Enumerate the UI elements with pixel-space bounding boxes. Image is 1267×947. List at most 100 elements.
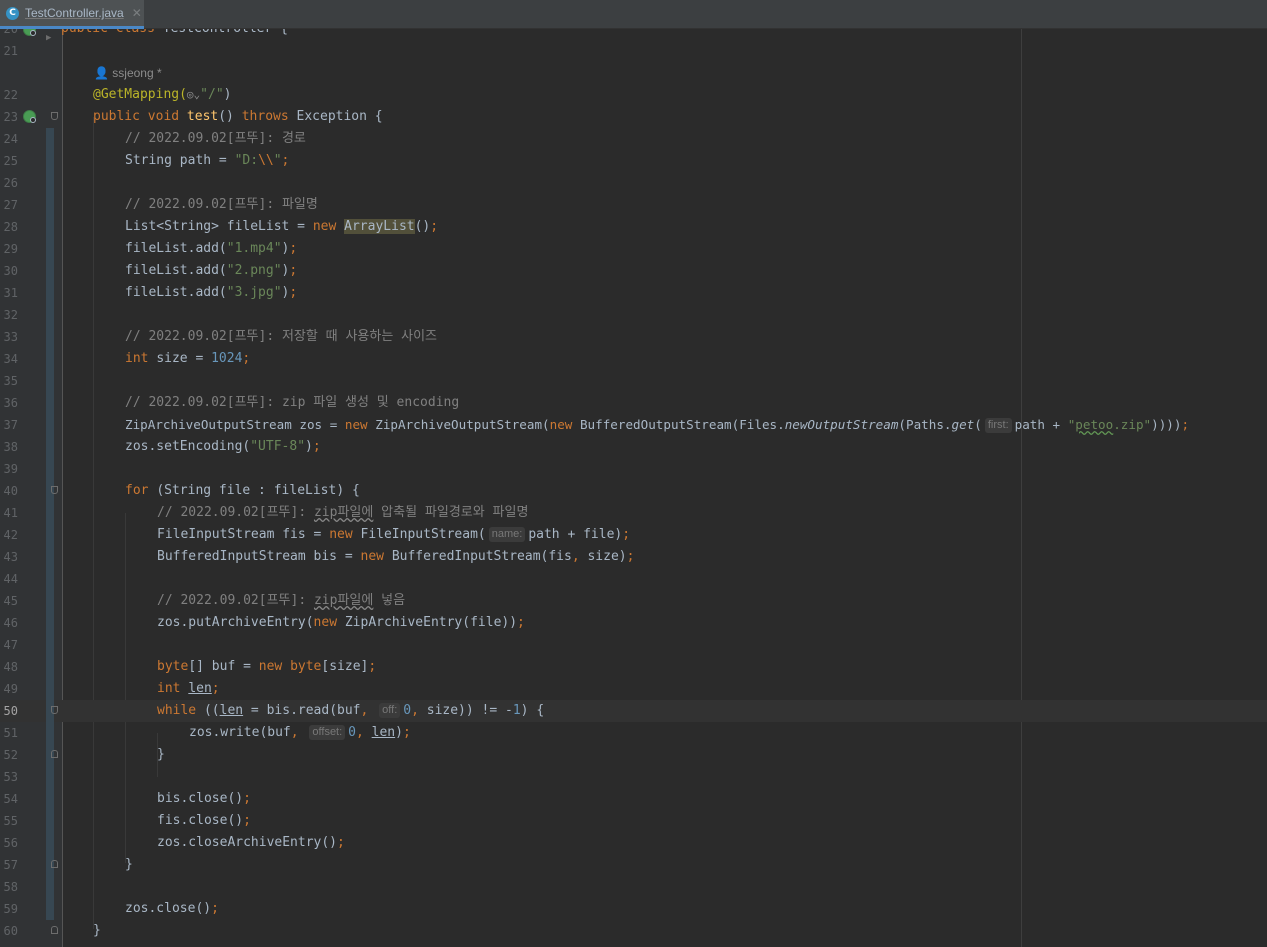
line-number: 49 (3, 682, 18, 696)
param-hint: off: (379, 703, 401, 718)
change-marker[interactable] (46, 304, 54, 326)
change-marker[interactable] (46, 612, 54, 634)
code-line: 52 } (0, 744, 1267, 766)
bean-gutter-icon[interactable] (23, 29, 36, 36)
current-code-line: 50 while ((len = bis.read(buf, off: 0, si… (0, 700, 1267, 722)
code-text: byte[] buf = new byte[size]; (157, 659, 377, 674)
fold-end-marker-icon[interactable] (51, 926, 58, 934)
run-endpoint-icon[interactable] (23, 110, 36, 123)
line-number: 46 (3, 616, 18, 630)
code-line: 33 // 2022.09.02[프뚜]: 저장할 때 사용하는 사이즈 (0, 326, 1267, 348)
change-marker[interactable] (46, 216, 54, 238)
line-number: 51 (3, 726, 18, 740)
change-marker[interactable] (46, 502, 54, 524)
fold-marker-icon[interactable] (51, 112, 58, 120)
change-marker[interactable] (46, 788, 54, 810)
tab-testcontroller[interactable]: C TestController.java ✕ (0, 0, 144, 29)
globe-icon: ◎⌄ (186, 88, 201, 101)
code-line: 22 @GetMapping(◎⌄"/") (0, 84, 1267, 106)
change-marker[interactable] (46, 172, 54, 194)
code-line: 53 (0, 766, 1267, 788)
fold-end-marker-icon[interactable] (51, 860, 58, 868)
code-line: 60 } (0, 920, 1267, 942)
comment: // 2022.09.02[프뚜]: 저장할 때 사용하는 사이즈 (125, 329, 438, 344)
code-text: for (String file : fileList) { (125, 483, 360, 498)
line-number: 27 (3, 198, 18, 212)
code-line: 25 String path = "D:\\"; (0, 150, 1267, 172)
code-text: bis.close(); (157, 791, 251, 806)
change-marker[interactable] (46, 150, 54, 172)
code-line: 42 FileInputStream fis = new FileInputSt… (0, 524, 1267, 546)
change-marker[interactable] (46, 326, 54, 348)
code-line: 31 fileList.add("3.jpg"); (0, 282, 1267, 304)
tab-label[interactable]: TestController.java (25, 6, 124, 20)
code-text: BufferedInputStream bis = new BufferedIn… (157, 549, 635, 564)
line-number: 23 (3, 110, 18, 124)
change-marker[interactable] (46, 678, 54, 700)
change-marker[interactable] (46, 392, 54, 414)
change-marker[interactable] (46, 458, 54, 480)
line-number: 42 (3, 528, 18, 542)
code-line: 27 // 2022.09.02[프뚜]: 파일명 (0, 194, 1267, 216)
code-text: int size = 1024; (125, 351, 251, 366)
change-marker[interactable] (46, 898, 54, 920)
change-marker[interactable] (46, 436, 54, 458)
comment: // 2022.09.02[프뚜]: zip 파일 생성 및 encoding (125, 395, 460, 410)
code-line: 26 (0, 172, 1267, 194)
change-marker[interactable] (46, 810, 54, 832)
code-line: 55 fis.close(); (0, 810, 1267, 832)
change-marker[interactable] (46, 634, 54, 656)
code-line: 41 // 2022.09.02[프뚜]: zip파일에 압축될 파일경로와 파… (0, 502, 1267, 524)
code-line: 30 fileList.add("2.png"); (0, 260, 1267, 282)
code-editor[interactable]: 20 public class TestController { ▶ 21 👤 … (0, 29, 1267, 947)
fold-marker-icon[interactable] (51, 706, 58, 714)
line-number: 35 (3, 374, 18, 388)
line-number: 25 (3, 154, 18, 168)
code-text: fileList.add("2.png"); (125, 263, 298, 278)
code-line: 58 (0, 876, 1267, 898)
code-line: 45 // 2022.09.02[프뚜]: zip파일에 넣음 (0, 590, 1267, 612)
change-marker[interactable] (46, 128, 54, 150)
code-line: 51 zos.write(buf, offset: 0, len); (0, 722, 1267, 744)
change-marker[interactable] (46, 348, 54, 370)
close-icon[interactable]: ✕ (132, 6, 142, 20)
code-line: 54 bis.close(); (0, 788, 1267, 810)
author-inlay[interactable]: 👤 ssjeong * (94, 62, 162, 84)
code-line: 29 fileList.add("1.mp4"); (0, 238, 1267, 260)
line-number: 30 (3, 264, 18, 278)
code-author-hint[interactable]: 👤 ssjeong * (0, 62, 1267, 84)
change-marker[interactable] (46, 546, 54, 568)
line-number: 22 (3, 88, 18, 102)
code-line: 59 zos.close(); (0, 898, 1267, 920)
code-text: FileInputStream fis = new FileInputStrea… (157, 527, 631, 542)
change-marker[interactable] (46, 656, 54, 678)
change-marker[interactable] (46, 766, 54, 788)
line-number: 57 (3, 858, 18, 872)
comment: // 2022.09.02[프뚜]: 파일명 (125, 197, 318, 212)
change-marker[interactable] (46, 876, 54, 898)
change-marker[interactable] (46, 238, 54, 260)
change-marker[interactable] (46, 590, 54, 612)
code-text: int len; (157, 681, 220, 696)
line-number: 41 (3, 506, 18, 520)
fold-marker-icon[interactable] (51, 486, 58, 494)
change-marker[interactable] (46, 260, 54, 282)
change-marker[interactable] (46, 722, 54, 744)
code-line: 24 // 2022.09.02[프뚜]: 경로 (0, 128, 1267, 150)
change-marker[interactable] (46, 832, 54, 854)
change-marker[interactable] (46, 568, 54, 590)
change-marker[interactable] (46, 524, 54, 546)
code-line: 38 zos.setEncoding("UTF-8"); (0, 436, 1267, 458)
change-marker[interactable] (46, 194, 54, 216)
comment: // 2022.09.02[프뚜]: 경로 (125, 131, 306, 146)
change-marker[interactable] (46, 414, 54, 436)
change-marker[interactable] (46, 370, 54, 392)
code-text: ZipArchiveOutputStream zos = new ZipArch… (125, 417, 1190, 433)
fold-end-marker-icon[interactable] (51, 750, 58, 758)
line-number: 20 (3, 29, 18, 36)
code-text: List<String> fileList = new ArrayList(); (125, 219, 439, 234)
code-text: public class TestController { (61, 29, 288, 40)
change-marker[interactable] (46, 282, 54, 304)
line-number: 53 (3, 770, 18, 784)
code-text: zos.write(buf, offset: 0, len); (189, 725, 411, 740)
